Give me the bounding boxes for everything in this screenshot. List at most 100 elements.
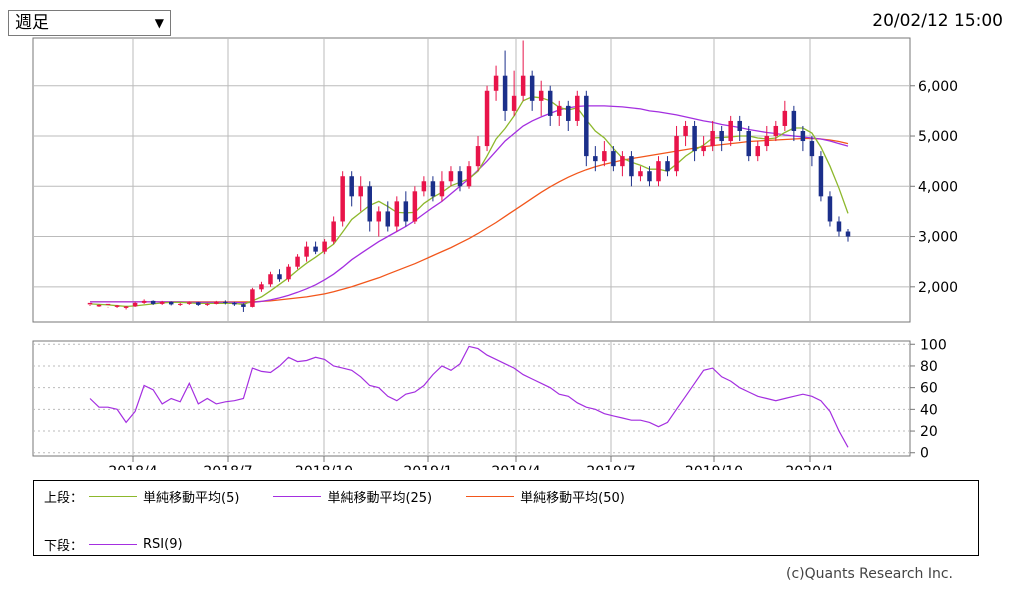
candle-body (538, 90, 544, 101)
candle-body (313, 246, 318, 252)
candle-body (105, 303, 111, 305)
legend-label-sma25: 単純移動平均(25) (327, 491, 433, 506)
candle-body (746, 130, 751, 157)
candle-body (394, 201, 400, 227)
candle-body (87, 302, 93, 305)
candle-body (205, 303, 210, 305)
candle-body (403, 201, 409, 222)
candle-body (340, 176, 345, 222)
legend-item-sma25: 単純移動平均(25) (267, 487, 432, 506)
x-tick-label: 2019/7 (586, 464, 635, 470)
candle-body (241, 304, 246, 307)
legend-swatch-sma25 (273, 496, 322, 497)
rsi-pane-frame (32, 340, 911, 457)
candle-body (827, 196, 833, 222)
candle-body (295, 256, 300, 267)
candle-body (367, 186, 372, 222)
x-tick-label: 2018/10 (295, 464, 353, 470)
candle-body (575, 95, 580, 121)
candle-body (484, 90, 490, 147)
rsi-tick-label: 20 (920, 424, 938, 440)
candle-body (656, 161, 661, 182)
candle-body (475, 146, 481, 167)
candle-body (96, 304, 102, 307)
rsi-tick-label: 100 (920, 337, 947, 353)
candle-body (457, 171, 463, 187)
candle-body (547, 90, 553, 116)
legend-upper-row: 上段： 単純移動平均(5) 単純移動平均(25) 単純移動平均(50) (44, 487, 653, 506)
price-chart: 2018/42018/72018/102019/12019/42019/7201… (32, 37, 958, 470)
legend-swatch-rsi (89, 544, 138, 545)
copyright: (c)Quants Research Inc. (785, 566, 953, 582)
candle-body (159, 301, 165, 304)
candle-body (692, 125, 697, 152)
x-tick-label: 2019/1 (403, 464, 452, 470)
candle-body (250, 289, 255, 307)
candle-body (259, 284, 264, 290)
candle-body (556, 105, 562, 116)
candle-body (593, 156, 598, 162)
x-tick-label: 2020/1 (785, 464, 834, 470)
candle-body (187, 302, 192, 304)
candle-body (141, 300, 147, 303)
candle-body (611, 151, 616, 167)
x-tick-label: 2018/7 (203, 464, 252, 470)
rsi-tick-label: 60 (920, 381, 938, 397)
candle-body (710, 130, 715, 147)
candle-body (755, 146, 761, 157)
candle-body (232, 302, 237, 305)
price-tick-label: 5,000 (918, 129, 958, 145)
price-tick-label: 6,000 (918, 79, 958, 95)
legend-label-sma5: 単純移動平均(5) (143, 491, 240, 506)
candle-body (800, 130, 806, 142)
candle-body (439, 181, 445, 197)
legend-item-sma50: 単純移動平均(50) (460, 487, 625, 506)
candle-body (214, 301, 219, 304)
rsi-tick-label: 0 (920, 446, 929, 462)
x-tick-label: 2019/10 (685, 464, 743, 470)
x-tick-label: 2019/4 (491, 464, 540, 470)
candle-body (502, 75, 508, 111)
legend-label-sma50: 単純移動平均(50) (520, 491, 625, 506)
candle-body (331, 221, 336, 242)
candle-body (322, 241, 327, 252)
legend-lower-row: 下段： RSI(9) (44, 535, 211, 554)
candle-body (511, 95, 517, 111)
rsi-tick-label: 40 (920, 402, 938, 418)
candle-body (773, 125, 779, 137)
candle-body (665, 161, 670, 172)
candle-body (737, 120, 742, 131)
candle-body (791, 110, 797, 131)
candle-body (683, 125, 688, 137)
legend-item-rsi: RSI(9) (83, 537, 183, 552)
candle-body (268, 274, 273, 285)
candle-body (529, 75, 535, 101)
candle-body (277, 274, 282, 280)
price-tick-label: 3,000 (918, 230, 958, 246)
candle-body (132, 302, 138, 307)
candle-body (349, 176, 354, 197)
price-tick-label: 2,000 (918, 280, 958, 296)
candle-body (123, 306, 129, 308)
candle-body (114, 305, 120, 307)
candle-body (647, 171, 652, 182)
legend: 上段： 単純移動平均(5) 単純移動平均(25) 単純移動平均(50) 下段： … (33, 480, 979, 556)
candle-body (782, 110, 788, 126)
candle-body (728, 120, 733, 142)
candle-body (150, 300, 156, 304)
candle-body (701, 146, 706, 152)
candle-body (493, 75, 499, 91)
candle-body (602, 151, 607, 162)
legend-swatch-sma50 (466, 496, 515, 497)
candle-body (818, 156, 824, 197)
legend-upper-label: 上段： (44, 491, 84, 506)
candle-body (809, 141, 815, 157)
legend-lower-label: 下段： (44, 539, 84, 554)
legend-label-rsi: RSI(9) (143, 537, 183, 552)
candle-body (376, 211, 382, 222)
legend-swatch-sma5 (89, 496, 138, 497)
candle-body (385, 211, 391, 227)
candle-body (448, 171, 454, 182)
candle-body (520, 75, 526, 96)
candle-body (584, 95, 589, 157)
